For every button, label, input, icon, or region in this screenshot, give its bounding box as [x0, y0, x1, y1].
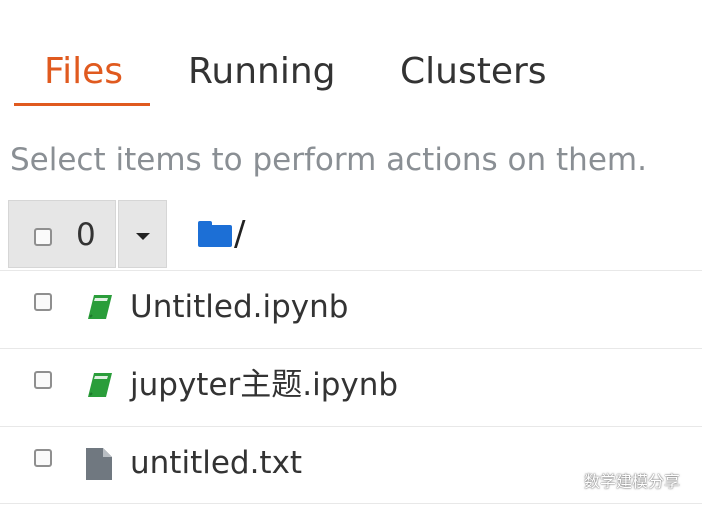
list-item: jupyter主题.ipynb: [0, 348, 702, 426]
active-tab-indicator: [14, 103, 150, 106]
notebook-icon: [88, 295, 112, 319]
row-checkbox[interactable]: [34, 371, 52, 389]
row-checkbox[interactable]: [34, 449, 52, 467]
wechat-icon: [552, 471, 578, 489]
watermark: 数学建模分享: [552, 468, 680, 492]
file-toolbar: 0 /: [8, 200, 698, 268]
tab-bar: Files Running Clusters: [0, 0, 702, 110]
notebook-icon: [88, 373, 112, 397]
folder-icon: [198, 221, 232, 247]
selected-count: 0: [76, 217, 96, 253]
select-dropdown-button[interactable]: [118, 200, 167, 268]
watermark-text: 数学建模分享: [583, 472, 680, 491]
breadcrumb-root[interactable]: /: [234, 214, 245, 254]
file-name-link[interactable]: Untitled.ipynb: [130, 287, 348, 327]
breadcrumb[interactable]: /: [198, 214, 245, 254]
list-item: Untitled.ipynb: [0, 270, 702, 348]
list-divider: [0, 503, 702, 514]
selection-hint: Select items to perform actions on them.: [10, 142, 647, 178]
file-name-link[interactable]: jupyter主题.ipynb: [130, 365, 398, 405]
file-browser: Files Running Clusters Select items to p…: [0, 0, 702, 514]
select-all-button[interactable]: 0: [8, 200, 116, 268]
caret-down-icon: [136, 233, 150, 240]
tab-clusters[interactable]: Clusters: [400, 50, 547, 94]
file-name-link[interactable]: untitled.txt: [130, 443, 302, 483]
file-icon: [86, 448, 112, 480]
select-all-checkbox[interactable]: [34, 228, 52, 246]
select-group: 0: [8, 200, 167, 268]
list-item: untitled.txt: [0, 426, 702, 504]
row-checkbox[interactable]: [34, 293, 52, 311]
tab-files[interactable]: Files: [44, 50, 123, 94]
tab-running[interactable]: Running: [188, 50, 336, 94]
